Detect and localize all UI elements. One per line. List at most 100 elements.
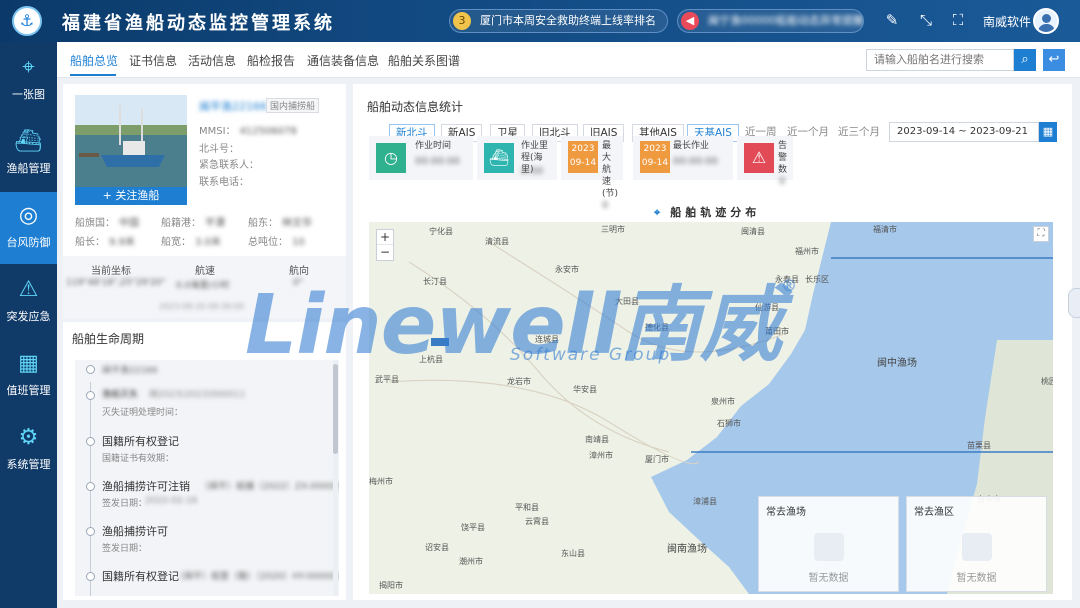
tab-activity[interactable]: 活动信息	[188, 52, 236, 69]
stat-date-badge: 2023 09-14	[640, 141, 670, 173]
mmsi-label: MMSI：	[199, 126, 236, 137]
range-month[interactable]: 近一个月	[787, 124, 829, 139]
collapse-toggle-icon[interactable]	[86, 365, 95, 374]
frequent-fishing-ground-panel: 常去渔场 暂无数据	[758, 496, 899, 592]
port-field: 船籍港： 平潭	[161, 214, 225, 229]
collapse-icon[interactable]: ⤡	[916, 11, 936, 29]
map-fullscreen-icon[interactable]: ⛶	[1033, 226, 1049, 242]
fullscreen-icon[interactable]: ⛶	[948, 11, 968, 29]
phone-label: 联系电话：	[199, 177, 249, 188]
zoom-in-button[interactable]: +	[377, 230, 393, 245]
sidebar-item-vessel-management[interactable]: ⛴ 渔船管理	[0, 118, 57, 190]
lifecycle-item-title: 国籍所有权登记	[102, 570, 179, 583]
map-city-label: 三明市	[601, 225, 625, 234]
scrollbar-thumb[interactable]	[333, 364, 338, 454]
watermark-tagline: Software Group	[510, 345, 672, 365]
empty-data-text: 暂无数据	[956, 573, 997, 584]
mmsi-field: MMSI： 412506078	[199, 122, 297, 137]
sidebar: ⌖ 一张图 ⛴ 渔船管理 ◎ 台风防御 ⚠ 突发应急 ▦ 值班管理 ⚙ 系统管理	[0, 42, 57, 608]
stat-value: 00:00:00	[415, 156, 460, 167]
map-city-label: 福清市	[873, 225, 897, 234]
speed-header: 航速	[195, 266, 215, 277]
lifecycle-head: 闽平渔22166	[102, 366, 158, 376]
tab-vessel-overview[interactable]: 船舶总览	[70, 52, 118, 69]
ranking-notice-text: 厦门市本周安全救助终端上线率排名	[480, 14, 656, 27]
side-toggle-button[interactable]	[1068, 288, 1080, 318]
tonnage-label: 总吨位：	[248, 237, 288, 248]
stats-title: 船舶动态信息统计	[367, 100, 464, 114]
stat-longest-working: 2023 09-14 最长作业 00:00:00	[633, 136, 733, 180]
ranking-notice[interactable]: 3 厦门市本周安全救助终端上线率排名	[449, 9, 668, 33]
distribution-title: ⌖ 船舶轨迹分布	[654, 204, 760, 220]
map-city-label: 饶平县	[461, 523, 485, 532]
mmsi-value: 412506078	[239, 126, 297, 137]
width-field: 船宽： 3.0米	[161, 233, 221, 248]
flag-label: 船旗国：	[75, 218, 115, 229]
stat-label: 最长作业	[673, 141, 710, 151]
sidebar-item-system-management[interactable]: ⚙ 系统管理	[0, 414, 57, 486]
map-city-label: 苗栗县	[967, 441, 991, 450]
stat-value: 0	[779, 176, 786, 187]
calendar-icon[interactable]: ▦	[1039, 122, 1057, 142]
sidebar-item-emergency[interactable]: ⚠ 突发应急	[0, 266, 57, 338]
lifecycle-item-title: 渔船捕捞许可注销	[102, 480, 190, 493]
edit-icon[interactable]: ✎	[882, 11, 902, 29]
sidebar-item-label: 值班管理	[6, 384, 51, 397]
port-label: 船籍港：	[161, 218, 201, 229]
update-time: 2023-09-20 09:30:00	[159, 302, 244, 311]
tab-inspection-report[interactable]: 船检报告	[247, 52, 295, 69]
sidebar-item-label: 系统管理	[6, 458, 51, 471]
vessel-type-tag: 国内捕捞船	[266, 98, 320, 113]
sidebar-item-label: 台风防御	[6, 236, 51, 249]
sidebar-item-label: 渔船管理	[6, 162, 51, 175]
alarm-light-icon: ⚠	[744, 143, 774, 173]
map-city-label: 华安县	[573, 385, 597, 394]
map-city-label: 东山县	[561, 549, 585, 558]
sidebar-item-label: 一张图	[12, 88, 45, 101]
stat-alarm-count: ⚠ 告警数 0	[737, 136, 793, 187]
map-city-label: 潮州市	[459, 557, 483, 566]
sidebar-item-typhoon-defense[interactable]: ◎ 台风防御	[0, 192, 57, 264]
follow-vessel-button[interactable]: + 关注渔船	[75, 187, 187, 205]
sidebar-item-duty-management[interactable]: ▦ 值班管理	[0, 340, 57, 412]
timeline-dot	[86, 482, 95, 491]
app-title: 福建省渔船动态监控管理系统	[62, 13, 335, 34]
port-value: 平潭	[205, 218, 225, 229]
empty-data-icon	[813, 533, 844, 561]
beidou-field: 北斗号：	[199, 140, 239, 155]
panel-title: 常去渔场	[766, 507, 806, 518]
owner-label: 船东：	[248, 218, 278, 229]
length-value: 9.9米	[109, 237, 135, 248]
range-three-months[interactable]: 近三个月	[838, 124, 880, 139]
ship-icon: ⛴	[484, 143, 514, 173]
vessel-name: 闽平渔22166	[199, 100, 267, 113]
map-city-label: 平和县	[515, 503, 539, 512]
watermark-registered: ®	[780, 276, 797, 295]
tab-certificates[interactable]: 证书信息	[129, 52, 177, 69]
flag-field: 船旗国： 中国	[75, 214, 139, 229]
alarm-notice[interactable]: ◀ 闽宁渔00000船舶动态异常提醒	[677, 9, 864, 33]
stat-max-speed: 2023 09-14 最大航速(节) 0	[561, 136, 623, 211]
lifecycle-scrollbar[interactable]	[333, 360, 338, 596]
user-avatar[interactable]	[1033, 8, 1059, 34]
lifecycle-item-sub: 灭失证明处理时间：	[102, 408, 184, 418]
location-icon: ⌖	[654, 206, 661, 219]
top-bar: ⚓ 福建省渔船动态监控管理系统 3 厦门市本周安全救助终端上线率排名 ◀ 闽宁渔…	[0, 0, 1080, 42]
length-field: 船长： 9.9米	[75, 233, 135, 248]
tab-communication-equipment[interactable]: 通信装备信息	[307, 52, 379, 69]
zoom-control: + −	[376, 229, 394, 261]
lifecycle-item-sub: 国籍证书有效期：	[102, 454, 175, 464]
user-name[interactable]: 南威软件	[983, 13, 1031, 30]
tab-relationship-graph[interactable]: 船舶关系图谱	[388, 52, 460, 69]
sidebar-item-one-map[interactable]: ⌖ 一张图	[0, 44, 57, 116]
date-range-picker[interactable]: 2023-09-14 ~ 2023-09-21	[889, 122, 1039, 142]
back-button[interactable]: ↩	[1043, 49, 1065, 71]
coord-header: 当前坐标	[91, 266, 131, 277]
width-label: 船宽：	[161, 237, 191, 248]
tonnage-value: 10	[292, 237, 305, 248]
stat-date-badge: 2023 09-14	[568, 141, 598, 173]
search-button[interactable]: ⌕	[1014, 49, 1036, 71]
stat-label: 最大航速(节)	[602, 141, 619, 199]
vessel-search-input[interactable]	[866, 49, 1014, 71]
vessel-photo	[75, 95, 187, 187]
